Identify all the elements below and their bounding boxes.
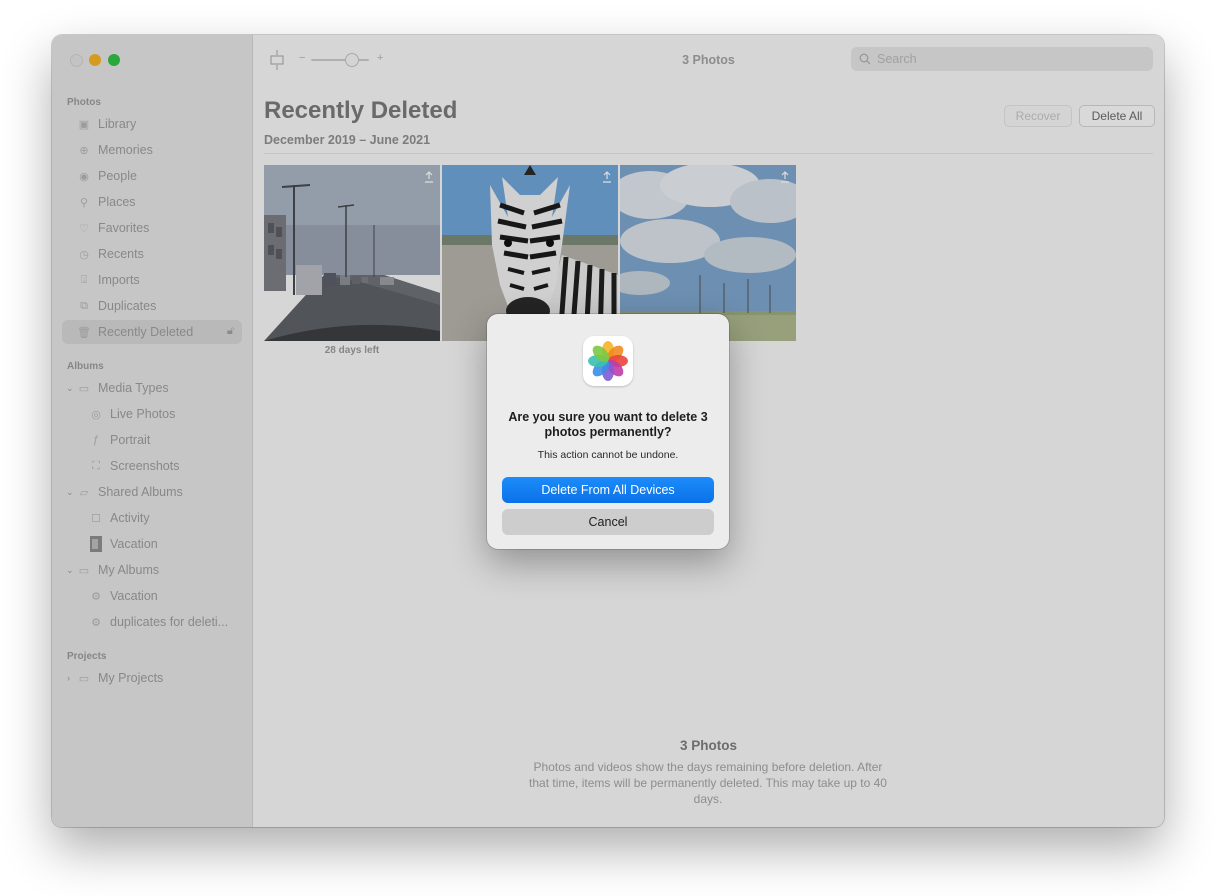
dialog-message: This action cannot be undone.	[537, 449, 679, 461]
delete-confirmation-dialog: Are you sure you want to delete 3 photos…	[487, 314, 729, 549]
photos-app-icon	[583, 336, 633, 386]
delete-from-all-devices-button[interactable]: Delete From All Devices	[502, 477, 714, 503]
cancel-button[interactable]: Cancel	[502, 509, 714, 535]
dialog-title: Are you sure you want to delete 3 photos…	[508, 410, 708, 439]
